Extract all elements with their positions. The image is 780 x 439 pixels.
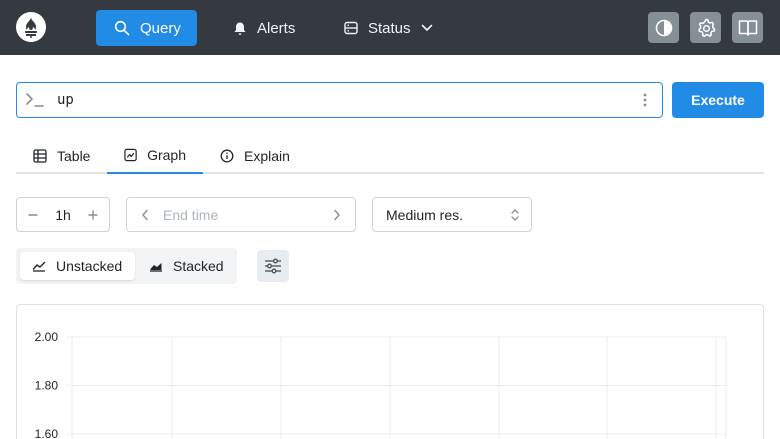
tab-explain-label: Explain bbox=[244, 148, 290, 164]
server-icon bbox=[344, 21, 358, 35]
stacked-label: Stacked bbox=[173, 258, 224, 274]
chevron-left-icon[interactable] bbox=[141, 209, 149, 221]
nav-alerts-label: Alerts bbox=[257, 19, 296, 37]
nav-query-button[interactable]: Query bbox=[96, 10, 197, 46]
minus-icon[interactable] bbox=[27, 209, 39, 221]
execute-button[interactable]: Execute bbox=[672, 82, 764, 118]
unstacked-option[interactable]: Unstacked bbox=[20, 252, 135, 280]
stacked-option[interactable]: Stacked bbox=[137, 252, 236, 280]
nav-alerts-button[interactable]: Alerts bbox=[215, 10, 313, 46]
range-input[interactable]: 1h bbox=[16, 197, 110, 232]
range-value: 1h bbox=[55, 206, 71, 223]
tab-table-label: Table bbox=[57, 148, 91, 164]
settings-icon bbox=[697, 18, 715, 37]
graph-canvas[interactable]: 2.00 1.80 1.60 bbox=[17, 305, 763, 439]
chevron-down-icon bbox=[421, 24, 432, 31]
tab-graph-label: Graph bbox=[147, 147, 186, 163]
result-tabs: Table Graph Explain bbox=[16, 138, 764, 174]
tab-table[interactable]: Table bbox=[16, 138, 107, 174]
nav-status-dropdown[interactable]: Status bbox=[326, 10, 451, 46]
line-chart-icon bbox=[32, 261, 46, 272]
end-time-input[interactable]: End time bbox=[126, 197, 356, 232]
chevron-updown-icon bbox=[511, 209, 519, 221]
docs-button[interactable] bbox=[732, 12, 763, 43]
nav-status-label: Status bbox=[368, 19, 411, 37]
graph-options-button[interactable] bbox=[257, 250, 289, 282]
tab-explain[interactable]: Explain bbox=[203, 138, 307, 174]
search-icon bbox=[114, 20, 130, 36]
theme-toggle-button[interactable] bbox=[648, 12, 679, 43]
stacking-toggle: Unstacked Stacked bbox=[16, 248, 237, 284]
table-icon bbox=[33, 149, 47, 163]
settings-button[interactable] bbox=[690, 12, 721, 43]
graph-panel: 2.00 1.80 1.60 bbox=[16, 304, 764, 439]
y-tick-label: 1.60 bbox=[35, 427, 59, 439]
tab-graph[interactable]: Graph bbox=[107, 138, 203, 174]
area-chart-icon bbox=[150, 263, 162, 272]
terminal-prompt-icon bbox=[26, 93, 44, 107]
docs-book-icon bbox=[738, 20, 757, 36]
sliders-icon bbox=[265, 258, 281, 274]
chevron-right-icon[interactable] bbox=[333, 209, 341, 221]
kebab-menu-icon[interactable] bbox=[642, 92, 648, 108]
expression-text: up bbox=[57, 92, 74, 108]
end-time-placeholder: End time bbox=[163, 207, 219, 223]
unstacked-label: Unstacked bbox=[56, 258, 123, 274]
top-navbar: Query Alerts Status bbox=[0, 0, 780, 55]
info-icon bbox=[220, 149, 234, 163]
resolution-select[interactable]: Medium res. bbox=[372, 197, 532, 232]
plus-icon[interactable] bbox=[87, 209, 99, 221]
theme-toggle-icon bbox=[655, 19, 672, 36]
nav-query-label: Query bbox=[140, 19, 181, 37]
y-tick-label: 2.00 bbox=[35, 330, 59, 344]
prometheus-logo[interactable] bbox=[16, 12, 46, 42]
y-tick-label: 1.80 bbox=[35, 379, 59, 393]
bell-icon bbox=[234, 22, 246, 35]
chart-icon bbox=[124, 148, 137, 162]
expression-input[interactable]: up bbox=[16, 82, 663, 118]
resolution-value: Medium res. bbox=[386, 207, 464, 223]
